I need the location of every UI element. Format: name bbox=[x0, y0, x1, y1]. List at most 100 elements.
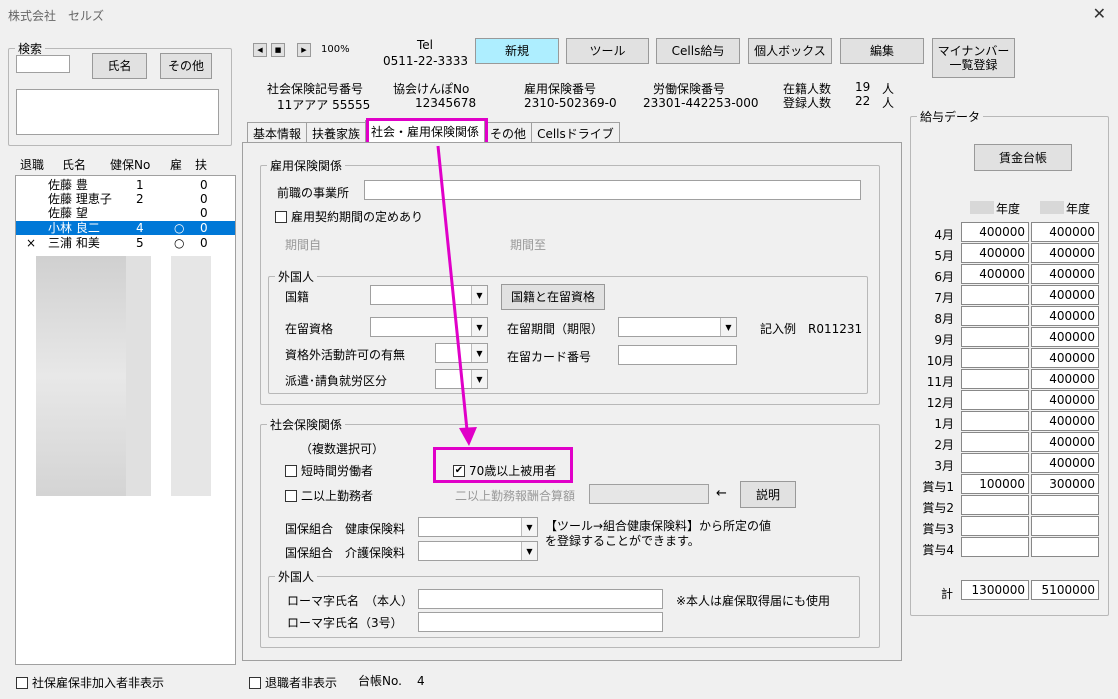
niijou-checkbox[interactable]: 二以上勤務者 bbox=[285, 487, 373, 504]
salary-cell-col2[interactable]: 400000 bbox=[1031, 285, 1099, 305]
card-input[interactable] bbox=[618, 345, 737, 365]
salary-cell-col2[interactable] bbox=[1031, 516, 1099, 536]
salary-cell-col2[interactable]: 400000 bbox=[1031, 306, 1099, 326]
salary-cell-col1[interactable] bbox=[961, 285, 1029, 305]
roma1-input[interactable] bbox=[418, 589, 663, 609]
prev-record-button[interactable]: ◀ bbox=[253, 43, 267, 57]
stop-button[interactable]: ■ bbox=[271, 43, 285, 57]
total-col1: 1300000 bbox=[961, 580, 1029, 600]
list-item[interactable]: 佐藤 豊10 bbox=[16, 178, 235, 192]
blurred-year-2 bbox=[1040, 201, 1064, 214]
hide-uninsured-checkbox[interactable]: 社保雇保非加入者非表示 bbox=[16, 674, 164, 691]
tab-basic[interactable]: 基本情報 bbox=[247, 122, 308, 142]
touroku-label: 登録人数 bbox=[783, 96, 832, 110]
shikakugai-select[interactable]: ▼ bbox=[435, 343, 488, 363]
salary-cell-col1[interactable]: 400000 bbox=[961, 222, 1029, 242]
window-title: 株式会社 セルズ bbox=[8, 9, 105, 23]
salary-cell-col1[interactable] bbox=[961, 537, 1029, 557]
example-label: 記入例 R011231 bbox=[760, 322, 863, 336]
year-label-1: 年度 bbox=[996, 202, 1021, 216]
salary-cell-col1[interactable] bbox=[961, 516, 1029, 536]
salary-cell-col1[interactable] bbox=[961, 453, 1029, 473]
list-item[interactable]: 佐藤 望0 bbox=[16, 206, 235, 220]
wage-ledger-button[interactable]: 賃金台帳 bbox=[974, 144, 1072, 171]
chevron-down-icon: ▼ bbox=[471, 370, 487, 388]
other-search-button[interactable]: その他 bbox=[160, 53, 212, 79]
month-label: 10月 bbox=[926, 354, 954, 368]
rodo-label: 労働保険番号 bbox=[653, 82, 726, 96]
salary-cell-col1[interactable] bbox=[961, 411, 1029, 431]
kokuseki-select[interactable]: ▼ bbox=[370, 285, 488, 305]
salary-cell-col1[interactable]: 400000 bbox=[961, 243, 1029, 263]
next-record-button[interactable]: ▶ bbox=[297, 43, 311, 57]
blurred-numbers bbox=[126, 256, 151, 496]
mynumber-register-button[interactable]: マイナンバー 一覧登録 bbox=[932, 38, 1015, 78]
name-search-button[interactable]: 氏名 bbox=[92, 53, 147, 79]
salary-cell-col2[interactable]: 400000 bbox=[1031, 348, 1099, 368]
salary-cell-col2[interactable]: 400000 bbox=[1031, 264, 1099, 284]
zairyu-kikan-select[interactable]: ▼ bbox=[618, 317, 737, 337]
salary-cell-col2[interactable]: 300000 bbox=[1031, 474, 1099, 494]
edit-button[interactable]: 編集 bbox=[840, 38, 924, 64]
month-label: 3月 bbox=[934, 459, 954, 473]
search-result-box[interactable] bbox=[16, 89, 219, 135]
salary-cell-col1[interactable] bbox=[961, 348, 1029, 368]
salary-cell-col1[interactable] bbox=[961, 306, 1029, 326]
salary-cell-col2[interactable]: 400000 bbox=[1031, 222, 1099, 242]
salary-cell-col2[interactable] bbox=[1031, 537, 1099, 557]
niijou-calc-input[interactable] bbox=[589, 484, 709, 504]
close-icon[interactable]: ✕ bbox=[1093, 4, 1106, 23]
month-label: 賞与4 bbox=[922, 543, 954, 557]
month-label: 賞与2 bbox=[922, 501, 954, 515]
tools-button[interactable]: ツール bbox=[566, 38, 649, 64]
keiyaku-checkbox[interactable]: 雇用契約期間の定めあり bbox=[275, 208, 423, 225]
list-item[interactable]: × 三浦 和美 5 ○ 0 bbox=[16, 236, 235, 250]
tanjikan-checkbox[interactable]: 短時間労働者 bbox=[285, 462, 373, 479]
rodo-value: 23301-442253-000 bbox=[643, 96, 759, 110]
shakai-label: 社会保険記号番号 bbox=[267, 82, 364, 96]
prev-job-input[interactable] bbox=[364, 180, 861, 200]
unit-2: 人 bbox=[882, 96, 895, 110]
haken-label: 派遣･請負就労区分 bbox=[285, 374, 388, 388]
kenpo-select[interactable]: ▼ bbox=[418, 517, 538, 537]
tel-label: Tel bbox=[417, 38, 434, 52]
salary-cell-col1[interactable]: 100000 bbox=[961, 474, 1029, 494]
new-button[interactable]: 新規 bbox=[475, 38, 559, 64]
roma2-input[interactable] bbox=[418, 612, 663, 632]
salary-cell-col1[interactable] bbox=[961, 432, 1029, 452]
salary-cell-col2[interactable] bbox=[1031, 495, 1099, 515]
col-retired: 退職 bbox=[20, 158, 45, 172]
daicho-label: 台帳No. bbox=[358, 674, 402, 688]
haken-select[interactable]: ▼ bbox=[435, 369, 488, 389]
list-item-selected[interactable]: 小林 良二 4 ○ 0 bbox=[16, 221, 235, 235]
hide-retired-checkbox[interactable]: 退職者非表示 bbox=[249, 674, 337, 691]
salary-cell-col1[interactable]: 400000 bbox=[961, 264, 1029, 284]
personal-box-button[interactable]: 個人ボックス bbox=[748, 38, 832, 64]
salary-cell-col1[interactable] bbox=[961, 390, 1029, 410]
cells-payroll-button[interactable]: Cells給与 bbox=[656, 38, 740, 64]
tab-cells-drive[interactable]: Cellsドライブ bbox=[531, 122, 620, 142]
zairyu-shikaku-select[interactable]: ▼ bbox=[370, 317, 488, 337]
salary-cell-col2[interactable]: 400000 bbox=[1031, 453, 1099, 473]
list-item[interactable]: 佐藤 理恵子 2 0 bbox=[16, 192, 235, 206]
tab-dependents[interactable]: 扶養家族 bbox=[306, 122, 367, 142]
search-input[interactable] bbox=[16, 55, 70, 73]
setsumei-button[interactable]: 説明 bbox=[740, 481, 796, 508]
kokuseki-button[interactable]: 国籍と在留資格 bbox=[501, 284, 605, 310]
col-fuyo: 扶 bbox=[195, 158, 208, 172]
salary-cell-col2[interactable]: 400000 bbox=[1031, 390, 1099, 410]
kyokai-label: 協会けんぽNo bbox=[393, 82, 470, 96]
salary-cell-col2[interactable]: 400000 bbox=[1031, 369, 1099, 389]
salary-cell-col2[interactable]: 400000 bbox=[1031, 243, 1099, 263]
salary-cell-col1[interactable] bbox=[961, 327, 1029, 347]
salary-cell-col2[interactable]: 400000 bbox=[1031, 327, 1099, 347]
salary-cell-col2[interactable]: 400000 bbox=[1031, 432, 1099, 452]
tab-other[interactable]: その他 bbox=[484, 122, 533, 142]
salary-cell-col1[interactable] bbox=[961, 495, 1029, 515]
salary-cell-col2[interactable]: 400000 bbox=[1031, 411, 1099, 431]
zairyu-kikan-label: 在留期間（期限） bbox=[507, 322, 604, 336]
employee-list[interactable]: 佐藤 豊10 佐藤 理恵子 2 0 佐藤 望0 小林 良二 4 ○ 0 × 三浦 和美 5 ○ 0 bbox=[15, 175, 236, 665]
kaigo-select[interactable]: ▼ bbox=[418, 541, 538, 561]
salary-cell-col1[interactable] bbox=[961, 369, 1029, 389]
chevron-down-icon: ▼ bbox=[471, 318, 487, 336]
